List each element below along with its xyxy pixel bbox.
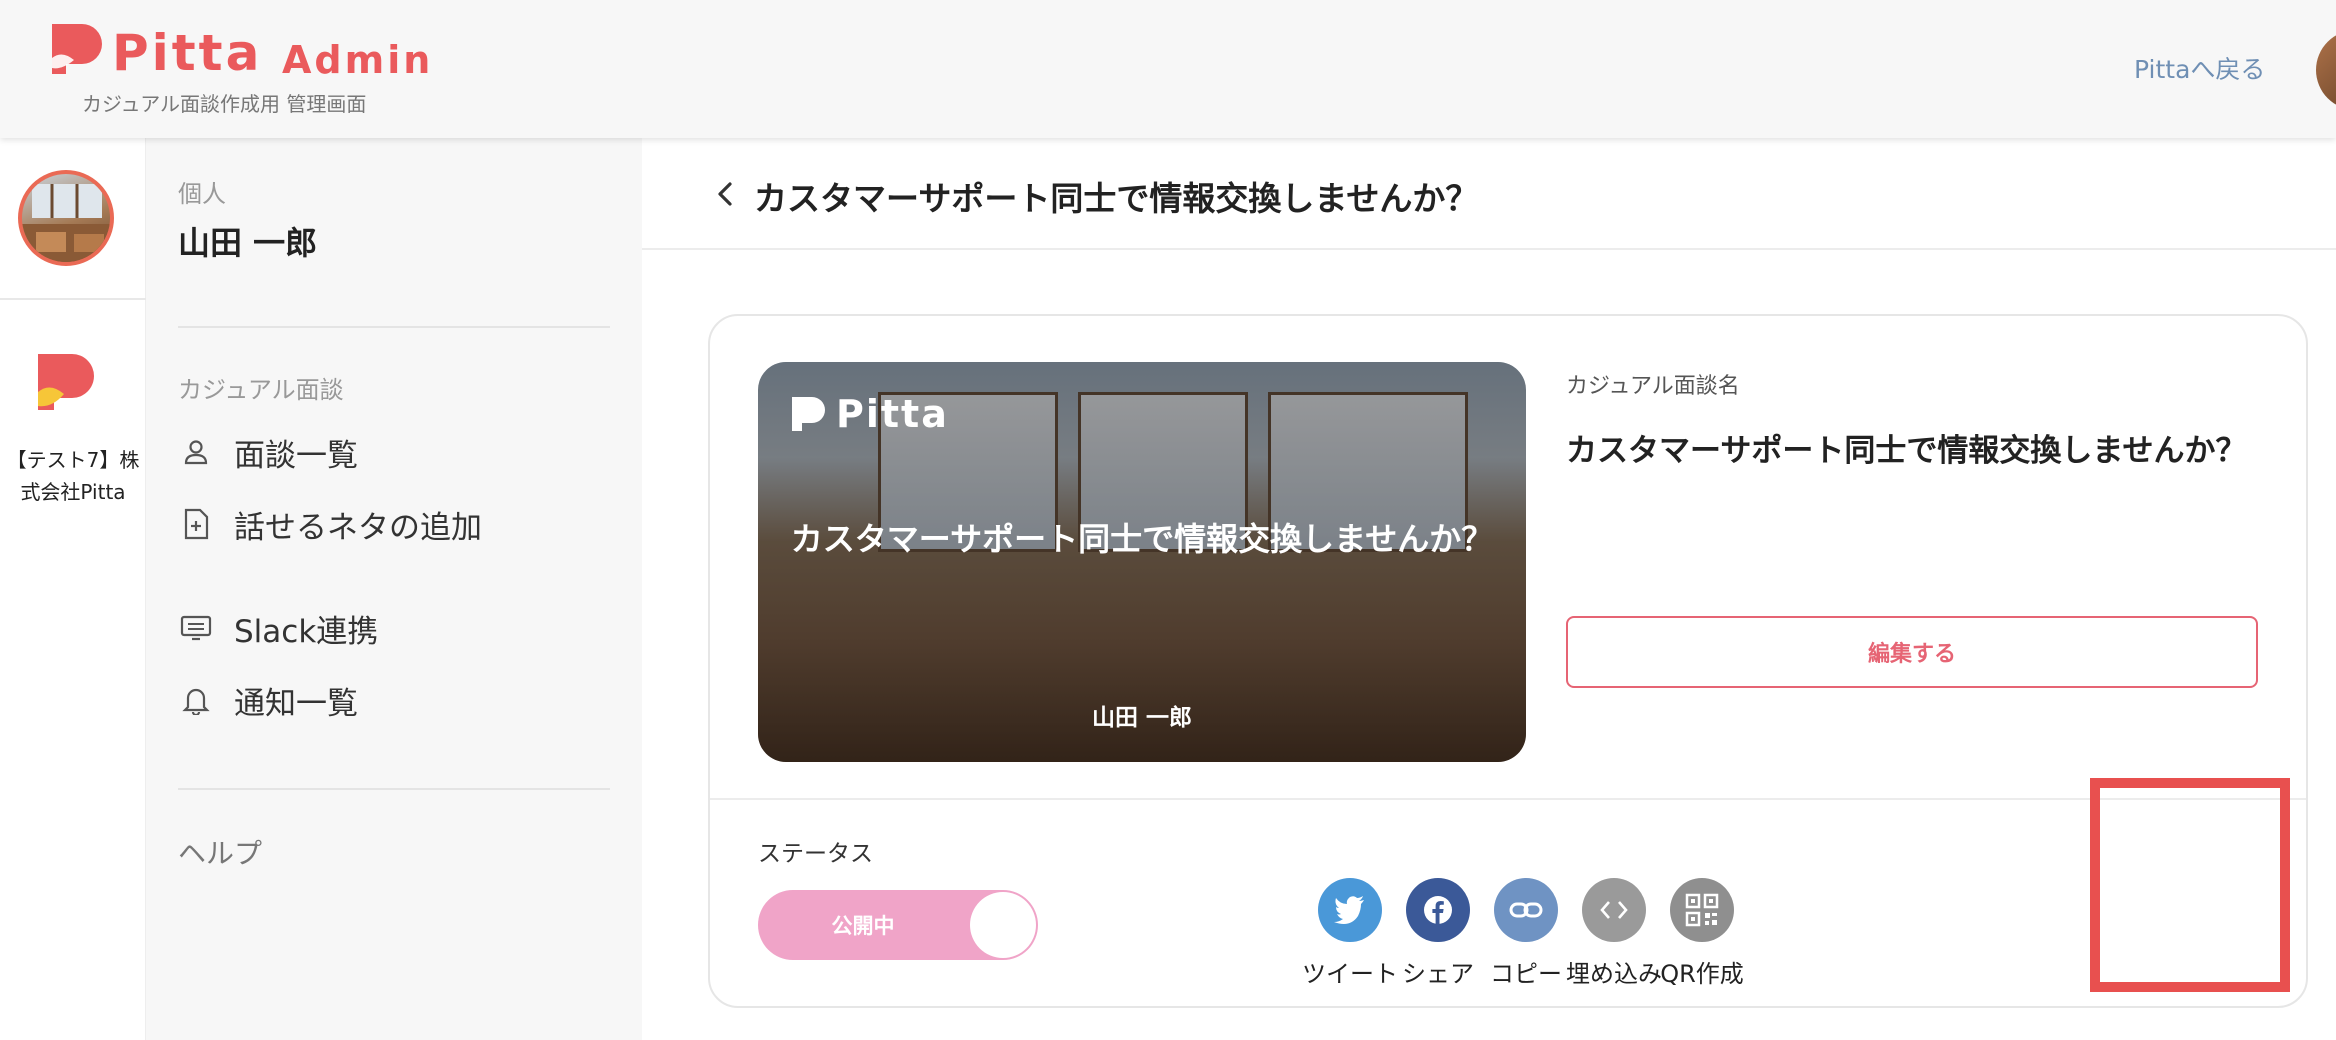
card-divider xyxy=(710,798,2306,800)
thumbnail-user: 山田 一郎 xyxy=(1091,705,1192,731)
interview-name: カスタマーサポート同士で情報交換しませんか？ xyxy=(1566,433,2247,469)
interview-name-label: カジュアル面談名 xyxy=(1566,374,1740,399)
sidebar-user-name: 山田 一郎 xyxy=(178,224,318,262)
brand-suffix: Admin xyxy=(282,38,434,82)
interview-card: Pitta カスタマーサポート同士で情報交換しませんか？ 山田 一郎 カジュアル… xyxy=(708,314,2308,1008)
code-icon xyxy=(1582,878,1646,942)
brand-subtitle: カジュアル面談作成用 管理画面 xyxy=(82,92,367,116)
sidebar-divider xyxy=(178,788,610,790)
qr-create-button[interactable]: QR作成 xyxy=(1642,878,1762,989)
file-plus-icon xyxy=(178,506,214,542)
link-icon xyxy=(1494,878,1558,942)
back-to-pitta-link[interactable]: Pittaへ戻る xyxy=(2134,50,2265,86)
sidebar-item-label: 話せるネタの追加 xyxy=(234,509,482,546)
sidebar-item-label: 面談一覧 xyxy=(234,437,358,474)
app-header: Pitta Admin カジュアル面談作成用 管理画面 Pittaへ戻る xyxy=(0,0,2336,138)
main-content: カスタマーサポート同士で情報交換しませんか？ Pitta カスタマーサポート同士… xyxy=(642,138,2336,1040)
sidebar-item-label: 通知一覧 xyxy=(234,685,358,722)
person-icon xyxy=(178,434,214,470)
share-label: QR作成 xyxy=(1660,960,1744,988)
annotation-highlight-box xyxy=(2090,778,2290,992)
facebook-icon xyxy=(1406,878,1470,942)
sidebar-divider xyxy=(178,326,610,328)
interview-thumbnail: Pitta カスタマーサポート同士で情報交換しませんか？ 山田 一郎 xyxy=(758,362,1526,762)
twitter-icon xyxy=(1318,878,1382,942)
pitta-logo-icon xyxy=(52,24,102,74)
thumbnail-logo-text: Pitta xyxy=(836,392,949,436)
help-link[interactable]: ヘルプ xyxy=(178,832,262,872)
casual-section-label: カジュアル面談 xyxy=(178,376,344,404)
sidebar-item-label: Slack連携 xyxy=(234,613,379,650)
header-avatar[interactable] xyxy=(2316,30,2336,110)
edit-button[interactable]: 編集する xyxy=(1566,616,2258,688)
status-value: 公開中 xyxy=(831,914,895,938)
thumbnail-title: カスタマーサポート同士で情報交換しませんか？ xyxy=(790,520,1494,558)
sidebar-item-interviews[interactable]: 面談一覧 xyxy=(178,428,358,476)
thumbnail-logo: Pitta xyxy=(790,392,949,436)
sidebar: 個人 山田 一郎 カジュアル面談 面談一覧 話せるネタの追加 Slack連携 通… xyxy=(146,138,642,1040)
chevron-left-icon[interactable] xyxy=(710,174,740,214)
user-avatar[interactable] xyxy=(18,170,114,266)
sidebar-item-notifications[interactable]: 通知一覧 xyxy=(178,676,358,724)
slack-monitor-icon xyxy=(178,610,214,646)
account-rail: 【テスト7】株式会社Pitta xyxy=(0,138,146,1040)
toggle-knob xyxy=(970,892,1036,958)
qr-code-icon xyxy=(1670,878,1734,942)
status-toggle[interactable]: 公開中 xyxy=(758,890,1038,960)
org-name[interactable]: 【テスト7】株式会社Pitta xyxy=(4,444,142,508)
rail-divider xyxy=(0,298,146,300)
bell-icon xyxy=(178,682,214,718)
sidebar-item-slack[interactable]: Slack連携 xyxy=(178,604,378,652)
sidebar-item-add-topic[interactable]: 話せるネタの追加 xyxy=(178,500,482,548)
account-type-label: 個人 xyxy=(178,180,226,208)
status-label: ステータス xyxy=(758,841,873,867)
page-title: カスタマーサポート同士で情報交換しませんか？ xyxy=(754,179,1479,218)
pitta-logo-icon xyxy=(792,397,825,431)
org-logo-icon[interactable] xyxy=(34,352,96,414)
avatar-photo-icon xyxy=(22,184,110,262)
brand-name: Pitta xyxy=(112,24,263,82)
page-header: カスタマーサポート同士で情報交換しませんか？ xyxy=(642,138,2336,250)
